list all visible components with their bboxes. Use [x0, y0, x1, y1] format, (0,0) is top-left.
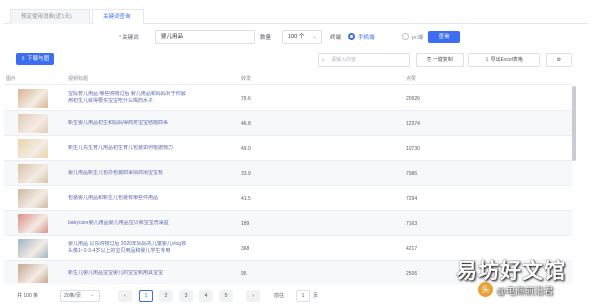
table-row[interactable]: 新生婴儿用品初生和妈妈得商务宝宝结婚四事 46.8 12374 — [4, 111, 572, 136]
like-count: 4217 — [406, 246, 418, 252]
video-title[interactable]: 新生婴儿用品初生和妈妈得商务宝宝结婚四事 — [68, 120, 188, 128]
next-page-button[interactable]: › — [246, 290, 260, 302]
table-scrollbar[interactable] — [572, 86, 576, 161]
export-excel-button[interactable]: ⇩ 导出Excel表格 — [468, 53, 540, 67]
header-image: 图片 — [6, 76, 17, 82]
prev-page-button[interactable]: ‹ — [118, 290, 132, 302]
radio-mobile[interactable] — [348, 33, 355, 40]
page-2-button[interactable]: 2 — [159, 290, 173, 302]
chevron-down-icon: ⌄ — [311, 34, 317, 40]
search-icon: ⌕ — [322, 57, 325, 63]
header-title: 视频标题 — [68, 76, 89, 82]
video-thumbnail[interactable] — [18, 214, 48, 233]
video-thumbnail[interactable] — [18, 139, 48, 158]
table-row[interactable]: 新生儿先生育儿用品初生育儿包装如何根据物力 49.9 10730 — [4, 136, 572, 161]
share-count: 41.5 — [241, 196, 251, 202]
goto-suffix: 页 — [313, 293, 319, 299]
table-search-input[interactable]: ⌕ 请输入内容 — [318, 53, 410, 67]
video-title[interactable]: 宝妈育儿用品 哪些购物过后 婴儿用品和妈妈对于你最用初生儿就得要买宝宝吃什么喝药… — [68, 91, 188, 106]
radio-pc-label: pc端 — [412, 35, 424, 41]
keyword-input[interactable]: 婴儿用品 — [155, 30, 255, 44]
chevron-down-icon: ⌄ — [89, 292, 95, 298]
share-count: 189 — [241, 221, 250, 227]
query-button[interactable]: 查询 — [428, 31, 460, 43]
page-3-button[interactable]: 3 — [179, 290, 193, 302]
like-count: 10730 — [406, 146, 420, 152]
platform-label: 终端 — [330, 35, 342, 41]
video-thumbnail[interactable] — [18, 164, 48, 183]
page-5-button[interactable]: 5 — [219, 290, 233, 302]
video-thumbnail[interactable] — [18, 264, 48, 283]
like-count: 7294 — [406, 196, 418, 202]
radio-mobile-label: 手机端 — [358, 35, 375, 41]
keyword-label: *关键词 — [119, 35, 139, 41]
page-size-value: 20条/页 — [64, 293, 81, 299]
total-count: 共 100 条 — [17, 293, 39, 299]
share-count: 49.9 — [241, 146, 251, 152]
goto-label: 前往 — [274, 293, 285, 299]
share-count: 79.6 — [241, 96, 251, 102]
video-title[interactable]: 包装婴儿用品和新生儿包装有哪些件用品 — [68, 195, 188, 203]
table-header: 图片 视频标题 转发 点赞 — [4, 71, 572, 85]
like-count: 2506 — [406, 271, 418, 277]
video-title[interactable]: babycare婴儿用品婴儿用品宝贝和宝宝洗澡盆 — [68, 220, 188, 228]
video-thumbnail[interactable] — [18, 114, 48, 133]
copy-button[interactable]: ⎘ 一键复制 — [416, 53, 464, 67]
video-title[interactable]: 新生儿先生育儿用品初生育儿包装如何根据物力 — [68, 145, 188, 153]
like-count: 12374 — [406, 121, 420, 127]
download-button[interactable]: ⇩ 下载与图 — [16, 53, 54, 65]
count-value: 100 个 — [288, 34, 305, 40]
goto-page-input[interactable]: 1 — [296, 290, 310, 302]
tab-bar: 预定使用消费(近1天) 关键词查询 — [4, 9, 588, 24]
count-label: 数量 — [260, 35, 272, 41]
share-count: 46.8 — [241, 121, 251, 127]
table-row[interactable]: 婴儿用品新生儿包办包装四事情商场宝宝有 33.9 7986 — [4, 161, 572, 186]
table-row[interactable]: 包装婴儿用品和新生儿包装有哪些件用品 41.5 7294 — [4, 186, 572, 211]
header-share: 转发 — [241, 76, 252, 82]
video-title[interactable]: 新生儿婴儿用品宝宝婴儿的宝宝和用具宝宝 — [68, 270, 188, 278]
watermark-title: 易坊好文馆 — [456, 260, 566, 283]
video-title[interactable]: 婴儿用品 以东购物过后 2020年妈妈先儿童婴儿vlog孩头像1~2-3-4岁以… — [68, 241, 188, 256]
video-thumbnail[interactable] — [18, 89, 48, 108]
table-row[interactable]: babycare婴儿用品婴儿用品宝贝和宝宝洗澡盆 189 7163 — [4, 211, 572, 236]
share-count: 368 — [241, 246, 250, 252]
tab-reserve-consumption[interactable]: 预定使用消费(近1天) — [10, 9, 90, 24]
video-thumbnail[interactable] — [18, 189, 48, 208]
count-select[interactable]: 100 个 ⌄ — [282, 30, 322, 44]
like-count: 20926 — [406, 96, 420, 102]
header-likes: 点赞 — [406, 76, 417, 82]
share-count: 33.9 — [241, 171, 251, 177]
video-thumbnail[interactable] — [18, 239, 48, 258]
page-size-select[interactable]: 20条/页 ⌄ — [60, 290, 100, 302]
video-title[interactable]: 婴儿用品新生儿包办包装四事情商场宝宝有 — [68, 170, 188, 178]
radio-pc[interactable] — [402, 33, 409, 40]
chevron-right-icon: › — [252, 293, 254, 299]
toolbar: ⇩ 下载与图 ⌕ 请输入内容 ⎘ 一键复制 ⇩ 导出Excel表格 ⚙ — [0, 53, 600, 67]
table-row[interactable]: 宝妈育儿用品 哪些购物过后 婴儿用品和妈妈对于你最用初生儿就得要买宝宝吃什么喝药… — [4, 86, 572, 111]
tab-keyword-query[interactable]: 关键词查询 — [92, 9, 144, 24]
settings-button[interactable]: ⚙ — [546, 53, 572, 67]
share-count: 95 — [241, 271, 247, 277]
like-count: 7163 — [406, 221, 418, 227]
page-1-button[interactable]: 1 — [139, 290, 153, 302]
watermark: 易坊好文馆 头 @电商前沿君 — [456, 255, 596, 305]
like-count: 7986 — [406, 171, 418, 177]
toutiao-logo-icon: 头 — [478, 282, 493, 297]
filter-bar: *关键词 婴儿用品 数量 100 个 ⌄ 终端 手机端 pc端 查询 — [0, 30, 600, 44]
watermark-subtitle: @电商前沿君 — [496, 286, 554, 297]
gear-icon: ⚙ — [556, 57, 562, 63]
page-4-button[interactable]: 4 — [199, 290, 213, 302]
chevron-left-icon: ‹ — [124, 293, 126, 299]
